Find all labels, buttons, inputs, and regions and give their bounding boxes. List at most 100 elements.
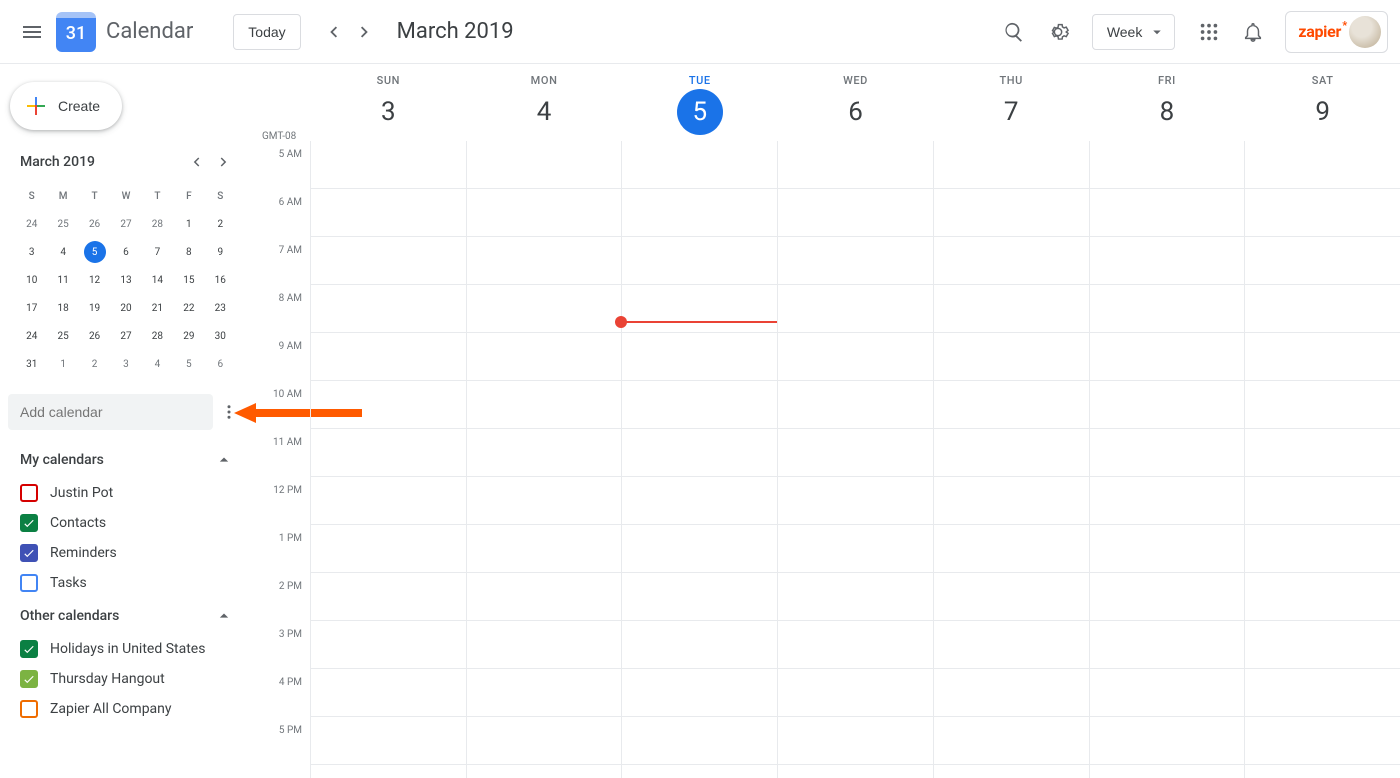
mini-day-cell[interactable]: 13 — [110, 266, 141, 294]
hour-cell[interactable] — [467, 333, 622, 381]
hour-cell[interactable] — [1245, 669, 1400, 717]
user-avatar[interactable] — [1349, 16, 1381, 48]
calendar-item[interactable]: Zapier All Company — [8, 694, 244, 724]
hour-cell[interactable] — [778, 285, 933, 333]
hour-cell[interactable] — [1090, 189, 1245, 237]
hour-cell[interactable] — [467, 189, 622, 237]
mini-day-cell[interactable]: 18 — [47, 294, 78, 322]
hour-cell[interactable] — [778, 717, 933, 765]
mini-day-cell[interactable]: 9 — [205, 238, 236, 266]
hour-cell[interactable] — [1245, 141, 1400, 189]
hour-cell[interactable] — [1090, 381, 1245, 429]
create-button[interactable]: Create — [10, 82, 122, 130]
mini-day-cell[interactable]: 22 — [173, 294, 204, 322]
day-column[interactable] — [621, 141, 777, 778]
hour-cell[interactable] — [778, 429, 933, 477]
next-period-button[interactable] — [349, 16, 381, 48]
calendar-item[interactable]: Contacts — [8, 508, 244, 538]
hour-cell[interactable] — [467, 717, 622, 765]
mini-day-cell[interactable]: 3 — [110, 350, 141, 378]
day-column[interactable] — [1089, 141, 1245, 778]
zapier-extension[interactable]: zapier — [1285, 11, 1388, 53]
hour-cell[interactable] — [1245, 621, 1400, 669]
mini-next-button[interactable] — [210, 148, 238, 176]
hour-cell[interactable] — [1245, 525, 1400, 573]
day-column[interactable] — [1244, 141, 1400, 778]
mini-day-cell[interactable]: 2 — [205, 210, 236, 238]
other-calendars-header[interactable]: Other calendars — [8, 598, 244, 634]
hour-cell[interactable] — [622, 573, 777, 621]
hour-cell[interactable] — [934, 621, 1089, 669]
mini-day-cell[interactable]: 3 — [16, 238, 47, 266]
mini-day-cell[interactable]: 25 — [47, 322, 78, 350]
mini-day-cell[interactable]: 10 — [16, 266, 47, 294]
hour-cell[interactable] — [311, 141, 466, 189]
hour-cell[interactable] — [934, 477, 1089, 525]
hour-cell[interactable] — [311, 189, 466, 237]
hour-cell[interactable] — [622, 429, 777, 477]
hour-cell[interactable] — [934, 573, 1089, 621]
hour-cell[interactable] — [934, 333, 1089, 381]
calendar-checkbox[interactable] — [20, 670, 38, 688]
day-header[interactable]: SUN3 — [310, 64, 466, 141]
day-column[interactable] — [310, 141, 466, 778]
hour-cell[interactable] — [311, 477, 466, 525]
day-header[interactable]: WED6 — [777, 64, 933, 141]
day-column[interactable] — [777, 141, 933, 778]
hour-cell[interactable] — [1245, 429, 1400, 477]
main-menu-button[interactable] — [12, 12, 52, 52]
calendar-checkbox[interactable] — [20, 514, 38, 532]
hour-cell[interactable] — [311, 285, 466, 333]
mini-day-cell[interactable]: 11 — [47, 266, 78, 294]
calendar-item[interactable]: Thursday Hangout — [8, 664, 244, 694]
hour-cell[interactable] — [311, 429, 466, 477]
hour-cell[interactable] — [778, 237, 933, 285]
hour-cell[interactable] — [1090, 717, 1245, 765]
hour-cell[interactable] — [934, 381, 1089, 429]
mini-day-cell[interactable]: 17 — [16, 294, 47, 322]
hour-cell[interactable] — [778, 525, 933, 573]
hour-cell[interactable] — [778, 333, 933, 381]
hour-cell[interactable] — [311, 621, 466, 669]
mini-day-cell[interactable]: 20 — [110, 294, 141, 322]
hour-cell[interactable] — [1245, 381, 1400, 429]
hour-cell[interactable] — [1090, 573, 1245, 621]
mini-day-cell[interactable]: 29 — [173, 322, 204, 350]
mini-day-cell[interactable]: 1 — [47, 350, 78, 378]
hour-cell[interactable] — [934, 717, 1089, 765]
hour-cell[interactable] — [934, 669, 1089, 717]
mini-day-cell[interactable]: 14 — [142, 266, 173, 294]
mini-day-cell[interactable]: 30 — [205, 322, 236, 350]
hour-cell[interactable] — [622, 669, 777, 717]
hour-cell[interactable] — [1245, 189, 1400, 237]
hour-cell[interactable] — [1090, 621, 1245, 669]
calendar-checkbox[interactable] — [20, 640, 38, 658]
calendar-checkbox[interactable] — [20, 484, 38, 502]
hour-cell[interactable] — [778, 621, 933, 669]
hour-cell[interactable] — [311, 573, 466, 621]
hour-cell[interactable] — [1245, 477, 1400, 525]
hour-cell[interactable] — [1245, 237, 1400, 285]
mini-day-cell[interactable]: 4 — [142, 350, 173, 378]
day-header[interactable]: FRI8 — [1089, 64, 1245, 141]
mini-day-cell[interactable]: 1 — [173, 210, 204, 238]
day-column[interactable] — [933, 141, 1089, 778]
hour-cell[interactable] — [311, 525, 466, 573]
mini-day-cell[interactable]: 5 — [79, 238, 110, 266]
mini-day-cell[interactable]: 25 — [47, 210, 78, 238]
mini-day-cell[interactable]: 19 — [79, 294, 110, 322]
calendar-item[interactable]: Reminders — [8, 538, 244, 568]
mini-day-cell[interactable]: 2 — [79, 350, 110, 378]
mini-day-cell[interactable]: 21 — [142, 294, 173, 322]
grid-scroll-area[interactable]: 5 AM6 AM7 AM8 AM9 AM10 AM11 AM12 PM1 PM2… — [252, 141, 1400, 778]
hour-cell[interactable] — [311, 381, 466, 429]
calendar-item[interactable]: Holidays in United States — [8, 634, 244, 664]
mini-day-cell[interactable]: 31 — [16, 350, 47, 378]
mini-day-cell[interactable]: 6 — [205, 350, 236, 378]
today-button[interactable]: Today — [233, 14, 300, 50]
mini-day-cell[interactable]: 24 — [16, 210, 47, 238]
hour-cell[interactable] — [1090, 285, 1245, 333]
hour-cell[interactable] — [778, 573, 933, 621]
hour-cell[interactable] — [622, 381, 777, 429]
hour-cell[interactable] — [1245, 573, 1400, 621]
